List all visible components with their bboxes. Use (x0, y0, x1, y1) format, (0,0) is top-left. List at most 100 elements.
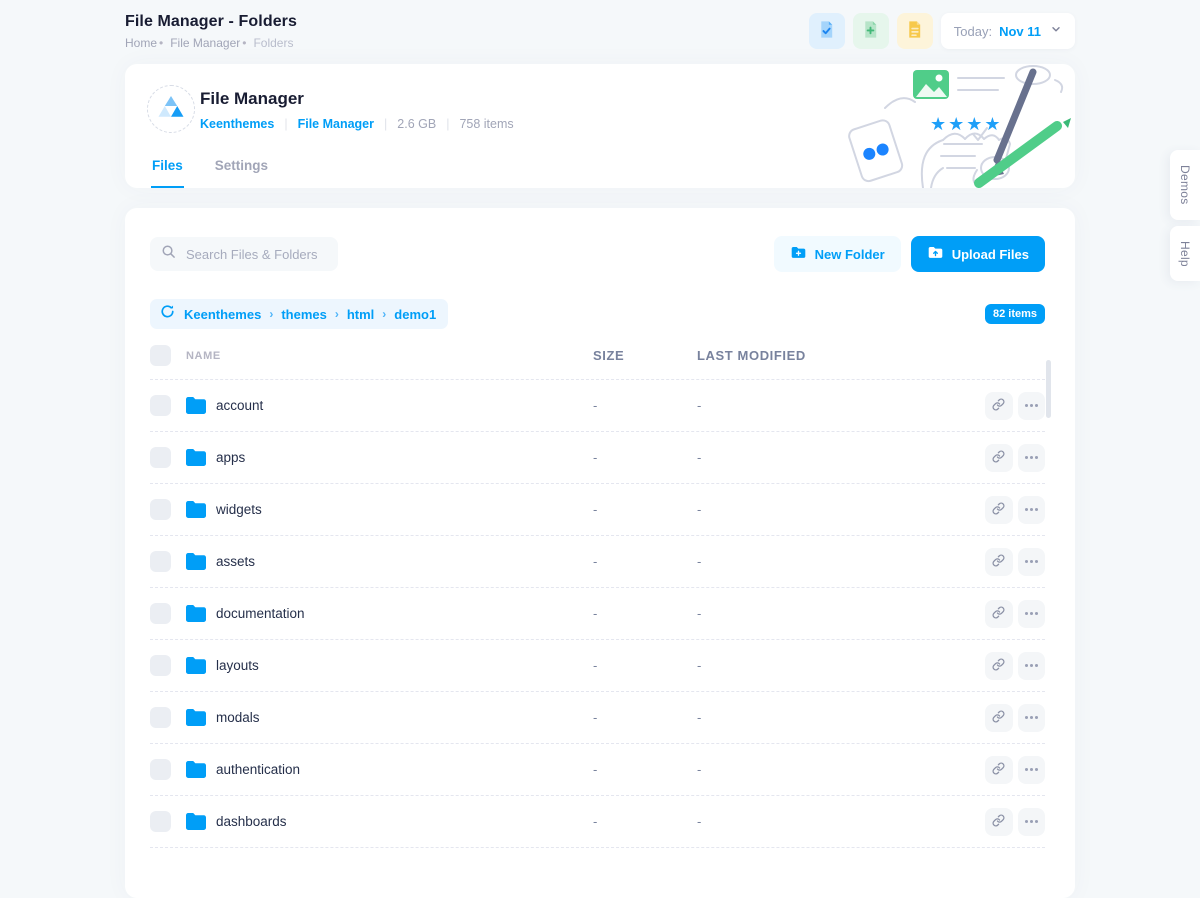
file-list-card: New Folder Upload Files (125, 208, 1075, 898)
path-link[interactable]: html (347, 307, 374, 322)
row-menu-button[interactable] (1018, 704, 1046, 732)
file-plus-button[interactable] (853, 13, 889, 49)
link-icon (992, 398, 1005, 414)
list-toolbar: New Folder Upload Files (150, 236, 1045, 272)
row-checkbox[interactable] (150, 499, 171, 520)
new-folder-button[interactable]: New Folder (774, 236, 901, 272)
row-checkbox[interactable] (150, 759, 171, 780)
column-header-size[interactable]: SIZE (593, 348, 697, 363)
copy-link-button[interactable] (985, 548, 1013, 576)
folder-icon (186, 709, 206, 726)
table-row[interactable]: account - - (150, 380, 1045, 432)
path-link[interactable]: themes (281, 307, 327, 322)
table-row[interactable]: layouts - - (150, 640, 1045, 692)
row-menu-button[interactable] (1018, 808, 1046, 836)
path-link[interactable]: demo1 (394, 307, 436, 322)
row-size: - (593, 814, 697, 829)
copy-link-button[interactable] (985, 392, 1013, 420)
link-icon (992, 710, 1005, 726)
row-menu-button[interactable] (1018, 496, 1046, 524)
folder-name[interactable]: authentication (216, 762, 300, 777)
folder-name[interactable]: modals (216, 710, 260, 725)
row-checkbox[interactable] (150, 811, 171, 832)
copy-link-button[interactable] (985, 496, 1013, 524)
search-input[interactable] (184, 246, 327, 263)
table-row[interactable]: documentation - - (150, 588, 1045, 640)
row-menu-button[interactable] (1018, 600, 1046, 628)
folder-name[interactable]: documentation (216, 606, 305, 621)
folder-name[interactable]: layouts (216, 658, 259, 673)
table-row[interactable]: modals - - (150, 692, 1045, 744)
side-tab[interactable]: Demos (1170, 150, 1200, 220)
path-link[interactable]: Keenthemes (184, 307, 261, 322)
page-title: File Manager - Folders (125, 13, 297, 31)
tab[interactable]: Files (151, 158, 184, 188)
avatar (147, 85, 195, 133)
copy-link-button[interactable] (985, 600, 1013, 628)
path-separator: › (269, 307, 273, 321)
table-row[interactable]: apps - - (150, 432, 1045, 484)
search-box[interactable] (150, 237, 338, 271)
select-all-checkbox[interactable] (150, 345, 171, 366)
product-link[interactable]: File Manager (298, 117, 374, 131)
breadcrumb-label[interactable]: Folders (253, 36, 293, 50)
row-checkbox[interactable] (150, 551, 171, 572)
file-manager-header-card: File Manager Keenthemes | File Manager |… (125, 64, 1075, 188)
row-checkbox[interactable] (150, 603, 171, 624)
copy-link-button[interactable] (985, 704, 1013, 732)
breadcrumb-item[interactable]: Home • (125, 36, 170, 50)
breadcrumb-item[interactable]: File Manager • (170, 36, 253, 50)
table-row[interactable]: widgets - - (150, 484, 1045, 536)
table-scrollbar-thumb[interactable] (1046, 360, 1051, 418)
row-menu-button[interactable] (1018, 756, 1046, 784)
table-row[interactable]: authentication - - (150, 744, 1045, 796)
column-header-modified[interactable]: LAST MODIFIED (697, 348, 985, 363)
row-checkbox[interactable] (150, 655, 171, 676)
file-check-button[interactable] (809, 13, 845, 49)
row-menu-button[interactable] (1018, 444, 1046, 472)
sync-icon[interactable] (160, 304, 175, 324)
row-menu-button[interactable] (1018, 548, 1046, 576)
tab[interactable]: Settings (214, 158, 269, 188)
vendor-link[interactable]: Keenthemes (200, 117, 274, 131)
copy-link-button[interactable] (985, 808, 1013, 836)
row-size: - (593, 606, 697, 621)
date-picker[interactable]: Today: Nov 11 (941, 13, 1075, 49)
row-modified: - (697, 398, 985, 413)
breadcrumb-separator: • (242, 36, 246, 50)
row-size: - (593, 658, 697, 673)
folder-plus-icon (790, 244, 807, 264)
upload-files-button[interactable]: Upload Files (911, 236, 1045, 272)
copy-link-button[interactable] (985, 756, 1013, 784)
folder-name[interactable]: dashboards (216, 814, 287, 829)
breadcrumb-label[interactable]: Home (125, 36, 157, 50)
file-lines-button[interactable] (897, 13, 933, 49)
row-modified: - (697, 710, 985, 725)
copy-link-button[interactable] (985, 652, 1013, 680)
path-item: html › (347, 307, 394, 322)
row-modified: - (697, 450, 985, 465)
folder-name[interactable]: apps (216, 450, 245, 465)
row-menu-button[interactable] (1018, 392, 1046, 420)
file-plus-icon (861, 20, 880, 42)
copy-link-button[interactable] (985, 444, 1013, 472)
table-row[interactable]: dashboards - - (150, 796, 1045, 848)
row-size: - (593, 710, 697, 725)
row-menu-button[interactable] (1018, 652, 1046, 680)
svg-text:★★★★: ★★★★ (930, 114, 1003, 135)
path-item: themes › (281, 307, 347, 322)
table-row[interactable]: assets - - (150, 536, 1045, 588)
column-header-name[interactable]: NAME (172, 350, 593, 362)
side-tab[interactable]: Help (1170, 226, 1200, 282)
breadcrumb-separator: • (159, 36, 163, 50)
folder-name[interactable]: assets (216, 554, 255, 569)
row-checkbox[interactable] (150, 707, 171, 728)
breadcrumb-label[interactable]: File Manager (170, 36, 240, 50)
breadcrumb-item[interactable]: Folders • (253, 36, 293, 50)
storage-size: 2.6 GB (397, 117, 436, 131)
folder-name[interactable]: account (216, 398, 263, 413)
row-checkbox[interactable] (150, 447, 171, 468)
upload-files-label: Upload Files (952, 247, 1029, 262)
row-checkbox[interactable] (150, 395, 171, 416)
folder-name[interactable]: widgets (216, 502, 262, 517)
